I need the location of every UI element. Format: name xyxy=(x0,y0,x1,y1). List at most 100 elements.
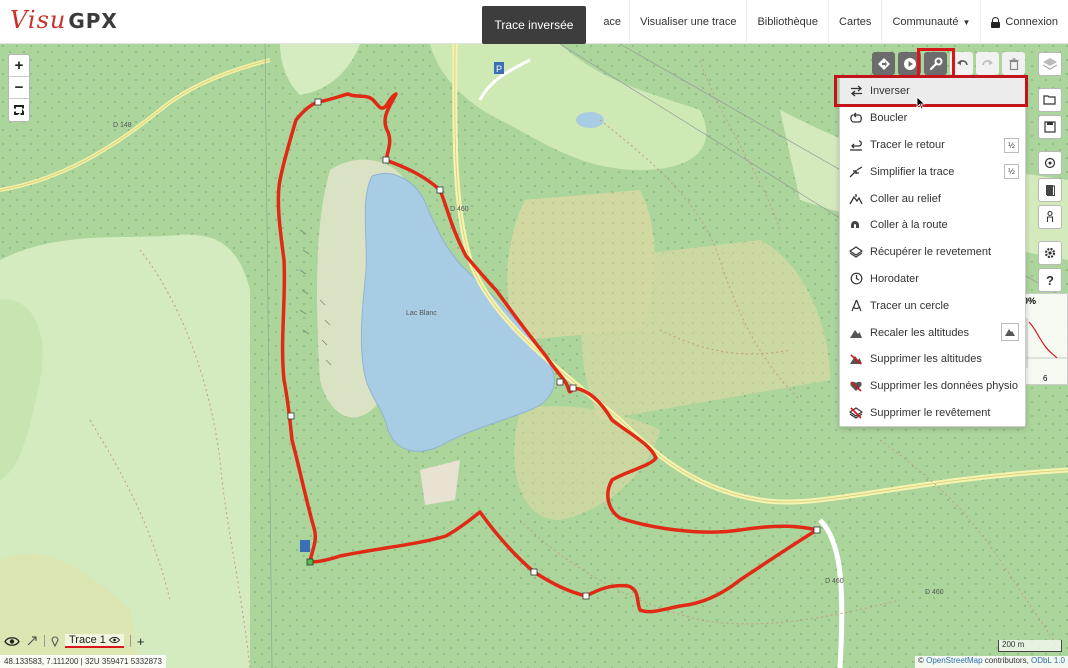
separator xyxy=(129,635,131,647)
menu-item-coller-au-relief[interactable]: Coller au relief xyxy=(840,185,1025,212)
menu-item-horodater[interactable]: Horodater xyxy=(840,266,1025,293)
eye-small-icon[interactable] xyxy=(108,636,120,644)
altitude-icon xyxy=(848,325,864,341)
menu-item-label: Horodater xyxy=(870,272,919,285)
map-attribution: © OpenStreetMap contributors, ODbL 1.0 xyxy=(914,656,1068,668)
nav-item-trace[interactable]: ace xyxy=(599,0,629,44)
book-icon xyxy=(1046,185,1055,196)
person-icon xyxy=(1046,210,1054,222)
settings-button[interactable] xyxy=(1038,241,1062,265)
save-button[interactable] xyxy=(1038,115,1062,139)
locate-button[interactable] xyxy=(1038,151,1062,175)
menu-item-label: Boucler xyxy=(870,112,908,125)
help-button[interactable]: ? xyxy=(1038,268,1062,292)
trace-bar: Trace 1 + xyxy=(4,632,144,650)
zoom-control: + − xyxy=(8,54,30,122)
crosshair-icon xyxy=(1044,157,1056,169)
cursor-coordinates: 48.133583, 7.111200 | 32U 359471 5332873 xyxy=(0,655,166,668)
half-badge[interactable]: ½ xyxy=(1004,137,1019,153)
layers-icon xyxy=(1042,58,1058,70)
book-button[interactable] xyxy=(1038,178,1062,202)
trash-icon xyxy=(1009,57,1018,70)
main-nav: ace Visualiser une trace Bibliothèque Ca… xyxy=(599,0,1068,44)
mountain-icon xyxy=(1005,329,1015,337)
direction-button[interactable] xyxy=(872,52,895,75)
menu-item-supprimer-altitudes[interactable]: Supprimer les altitudes xyxy=(840,346,1025,373)
map-label-d148: D 148 xyxy=(113,122,132,129)
loop-icon xyxy=(848,110,864,126)
menu-item-supprimer-revetement[interactable]: Supprimer le revêtement xyxy=(840,400,1025,427)
menu-item-recaler-altitudes[interactable]: Recaler les altitudes xyxy=(840,319,1025,346)
menu-item-label: Coller au relief xyxy=(870,192,941,205)
menu-item-simplifier[interactable]: Simplifier la trace ½ xyxy=(840,158,1025,185)
mountain-badge[interactable] xyxy=(1001,323,1019,342)
nav-item-bibliotheque[interactable]: Bibliothèque xyxy=(746,0,828,44)
delete-heart-icon xyxy=(848,378,864,394)
open-file-button[interactable] xyxy=(1038,88,1062,112)
add-trace-button[interactable]: + xyxy=(137,634,145,649)
half-badge[interactable]: ½ xyxy=(1004,164,1019,180)
menu-item-tracer-un-cercle[interactable]: Tracer un cercle xyxy=(840,292,1025,319)
mouse-cursor-icon xyxy=(916,96,926,110)
nav-item-connexion[interactable]: Connexion xyxy=(980,0,1068,44)
zoom-in-button[interactable]: + xyxy=(9,55,29,77)
diagonal-arrow-icon[interactable] xyxy=(26,635,38,647)
menu-item-tracer-le-retour[interactable]: Tracer le retour ½ xyxy=(840,132,1025,159)
pin-icon[interactable] xyxy=(51,635,59,647)
nav-communaute-label: Communauté xyxy=(892,16,959,28)
odbl-link[interactable]: ODbL 1.0 xyxy=(1031,656,1065,665)
eye-icon[interactable] xyxy=(4,636,20,647)
elevation-value: 6 xyxy=(1043,374,1048,383)
redo-button[interactable] xyxy=(976,52,999,75)
menu-item-label: Récupérer le revetement xyxy=(870,246,992,259)
road-magnet-icon xyxy=(848,217,864,233)
streetview-button[interactable] xyxy=(1038,205,1062,229)
folder-open-icon xyxy=(1043,95,1056,105)
map-label-d460-b: D 460 xyxy=(925,589,944,596)
logo-text-gpx: GPX xyxy=(68,9,118,33)
visugpx-logo[interactable]: Visu GPX xyxy=(10,6,118,38)
right-side-panel: ? xyxy=(1034,52,1068,295)
layers-button[interactable] xyxy=(1038,52,1062,76)
nav-item-communaute[interactable]: Communauté ▼ xyxy=(881,0,980,44)
nav-item-cartes[interactable]: Cartes xyxy=(828,0,881,44)
play-icon xyxy=(903,57,916,70)
menu-item-label: Coller à la route xyxy=(870,219,948,232)
fullscreen-button[interactable] xyxy=(9,99,29,121)
menu-item-label: Supprimer les données physio xyxy=(870,380,1018,393)
delete-button[interactable] xyxy=(1002,52,1025,75)
delete-surface-icon xyxy=(848,405,864,421)
menu-item-label: Tracer le retour xyxy=(870,138,945,151)
action-tooltip: Trace inversée xyxy=(482,6,586,44)
direction-icon xyxy=(877,57,890,70)
help-icon: ? xyxy=(1046,272,1054,288)
return-icon xyxy=(848,137,864,153)
attribution-mid: contributors, xyxy=(982,656,1032,665)
osm-link[interactable]: OpenStreetMap xyxy=(926,656,982,665)
svg-text:P: P xyxy=(496,64,502,74)
menu-item-label: Tracer un cercle xyxy=(870,299,950,312)
undo-icon xyxy=(956,59,968,65)
delete-altitude-icon xyxy=(848,351,864,367)
menu-item-label: Supprimer les altitudes xyxy=(870,353,982,366)
menu-item-label: Supprimer le revêtement xyxy=(870,406,991,419)
separator xyxy=(44,635,45,647)
trace-tab[interactable]: Trace 1 xyxy=(65,634,124,648)
nav-connexion-label: Connexion xyxy=(1005,16,1058,28)
zoom-out-button[interactable]: − xyxy=(9,77,29,99)
redo-icon xyxy=(981,59,993,65)
nav-item-visualiser[interactable]: Visualiser une trace xyxy=(629,0,746,44)
menu-item-coller-a-la-route[interactable]: Coller à la route xyxy=(840,212,1025,239)
logo-text-visu: Visu xyxy=(10,6,67,34)
trace-name: Trace 1 xyxy=(69,634,106,646)
menu-item-supprimer-physio[interactable]: Supprimer les données physio xyxy=(840,373,1025,400)
scale-bar: 200 m xyxy=(998,640,1062,652)
elevation-curve xyxy=(1019,318,1067,368)
map-label-d460-c: D 460 xyxy=(825,578,844,585)
caret-down-icon: ▼ xyxy=(962,17,971,27)
map-label-lake: Lac Blanc xyxy=(406,310,437,317)
menu-item-boucler[interactable]: Boucler xyxy=(840,105,1025,132)
menu-item-label: Recaler les altitudes xyxy=(870,326,970,339)
surface-icon xyxy=(848,244,864,260)
menu-item-recuperer-revetement[interactable]: Récupérer le revetement xyxy=(840,239,1025,266)
